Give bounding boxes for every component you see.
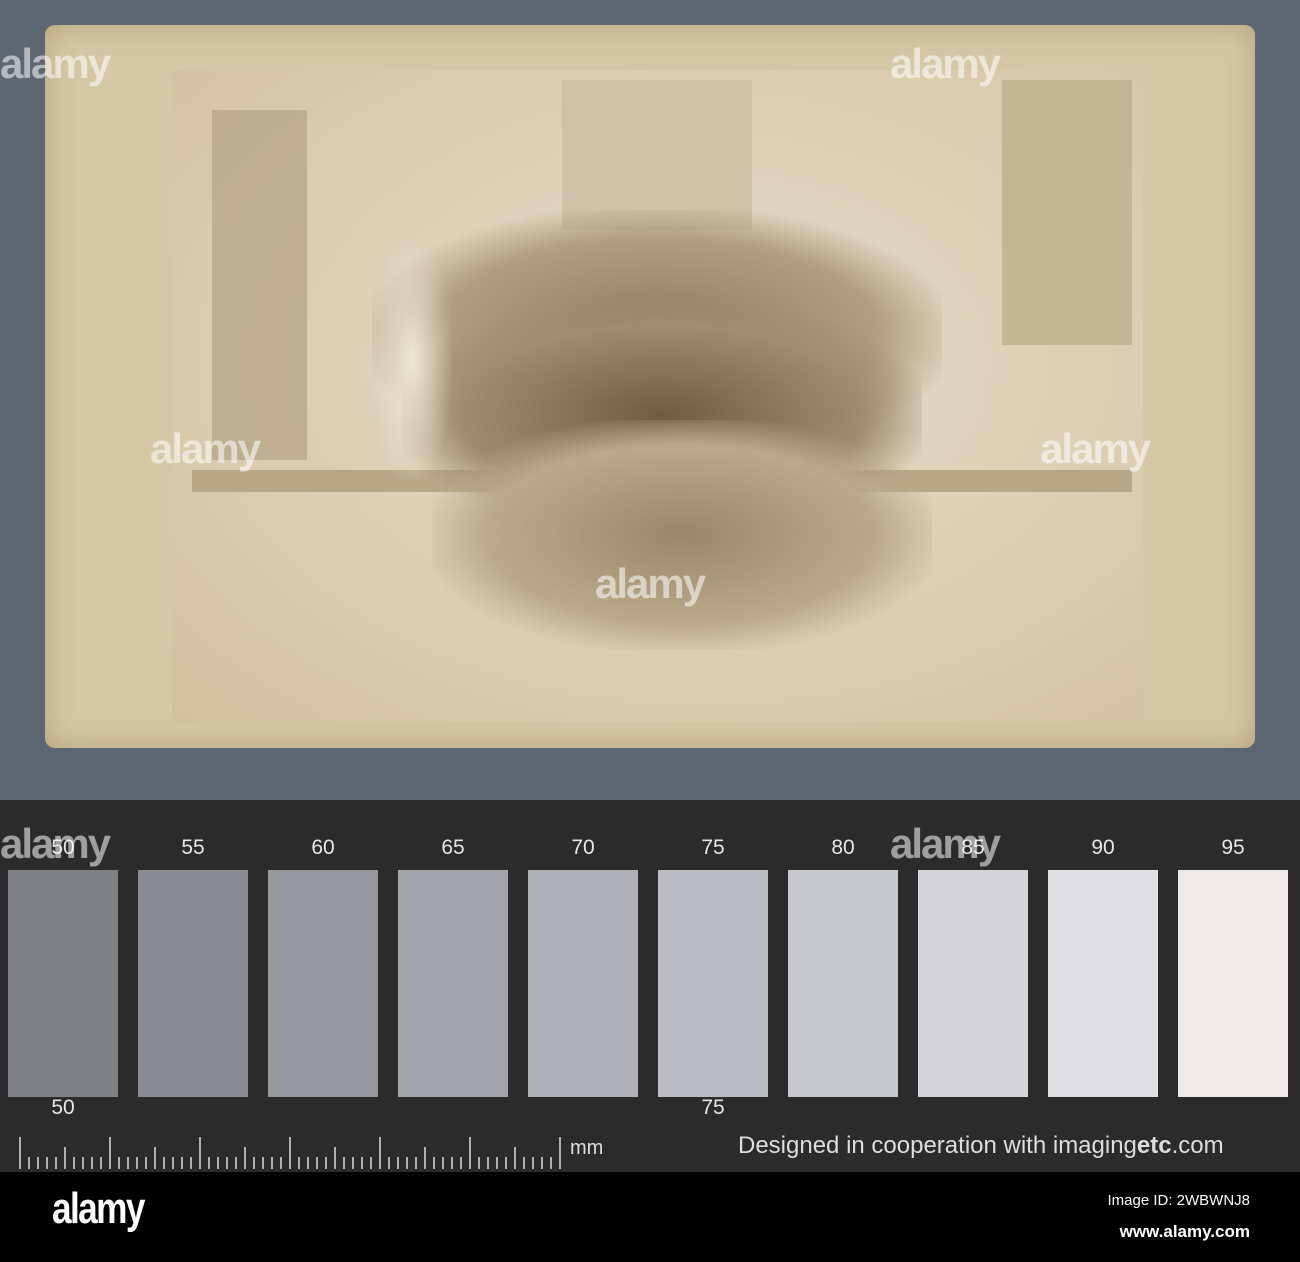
patch-label: 60 — [311, 836, 335, 859]
grayscale-target: 50 55 60 65 70 75 80 85 90 95 50 75 mm Designed in co… — [0, 800, 1300, 1172]
window-right — [1002, 80, 1132, 345]
alamy-logo: alamy — [52, 1184, 145, 1233]
patch-label: 90 — [1091, 836, 1115, 859]
gray-patch-75 — [658, 870, 768, 1097]
credit-bold: etc — [1136, 1132, 1172, 1159]
unit-label: mm — [570, 1137, 604, 1159]
patch-label: 65 — [441, 836, 465, 859]
watermark: alamy — [890, 820, 1001, 867]
window-left — [562, 80, 752, 230]
gray-patch-90 — [1048, 870, 1158, 1097]
gray-patch-60 — [268, 870, 378, 1097]
watermark: alamy — [890, 40, 1001, 87]
group-portrait-photo — [172, 70, 1143, 722]
gray-patch-80 — [788, 870, 898, 1097]
watermark: alamy — [595, 560, 706, 607]
door — [212, 110, 307, 460]
watermark: alamy — [150, 425, 261, 472]
gray-patch-50 — [8, 870, 118, 1097]
patch-label: 75 — [701, 836, 725, 859]
gray-patch-95 — [1178, 870, 1288, 1097]
credit-prefix: Designed in cooperation with imaging — [738, 1132, 1137, 1159]
credit-text: Designed in cooperation with imagingetc.… — [738, 1132, 1224, 1160]
gray-patch-55 — [138, 870, 248, 1097]
girl-white-dress — [372, 240, 452, 480]
credit-suffix: .com — [1171, 1132, 1224, 1159]
scan-background: alamy alamy alamy alamy alamy — [0, 0, 1300, 800]
mm-ruler — [19, 1137, 561, 1169]
patch-bottom-label: 75 — [701, 1096, 725, 1119]
patch-label: 95 — [1221, 836, 1245, 859]
watermark: alamy — [0, 820, 111, 867]
cabinet-card-mount — [45, 25, 1255, 748]
gray-patch-85 — [918, 870, 1028, 1097]
image-id: Image ID: 2WBWNJ8 — [1107, 1192, 1250, 1209]
girls-front-row — [432, 420, 932, 650]
patch-label: 55 — [181, 836, 205, 859]
gray-patch-70 — [528, 870, 638, 1097]
footer-bar: alamy Image ID: 2WBWNJ8 www.alamy.com — [0, 1172, 1300, 1262]
patch-label: 70 — [571, 836, 595, 859]
patch-bottom-label: 50 — [51, 1096, 75, 1119]
gray-patch-65 — [398, 870, 508, 1097]
site-url: www.alamy.com — [1119, 1222, 1250, 1241]
watermark: alamy — [1040, 425, 1151, 472]
watermark: alamy — [0, 40, 111, 87]
patch-label: 80 — [831, 836, 855, 859]
